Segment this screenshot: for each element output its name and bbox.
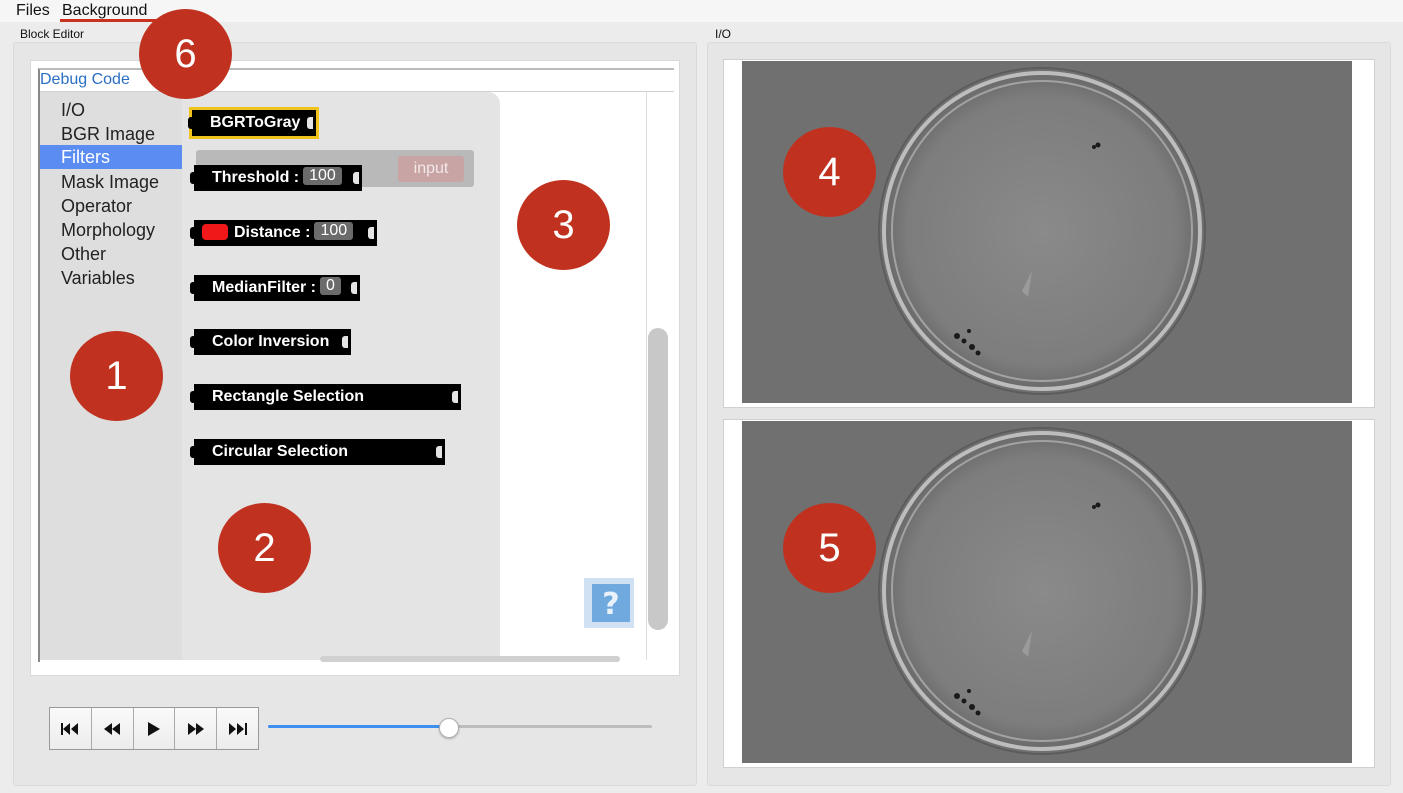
skip-to-start-button[interactable] — [50, 708, 92, 749]
block-threshold[interactable]: Threshold :100 — [190, 165, 362, 191]
block-editor-title: Block Editor — [20, 27, 85, 41]
menu-files[interactable]: Files — [16, 1, 50, 21]
workspace-hscroll-thumb[interactable] — [320, 656, 620, 662]
play-icon — [147, 721, 160, 736]
block-color-inversion[interactable]: Color Inversion — [190, 329, 351, 355]
threshold-value-field[interactable]: 100 — [303, 167, 342, 185]
category-morphology[interactable]: Morphology — [61, 220, 155, 241]
menu-background[interactable]: Background — [62, 1, 147, 21]
annotation-badge-2: 2 — [218, 503, 311, 593]
block-distance[interactable]: Distance :100 — [190, 220, 377, 246]
block-circular-selection[interactable]: Circular Selection — [190, 439, 445, 465]
annotation-badge-4: 4 — [783, 127, 876, 217]
ghost-input-field: input — [398, 156, 464, 182]
svg-text:?: ? — [602, 587, 619, 622]
category-other[interactable]: Other — [61, 244, 106, 265]
block-label: BGRToGray — [210, 114, 301, 131]
input-image-view[interactable] — [742, 61, 1352, 403]
debug-code-label[interactable]: Debug Code — [40, 71, 130, 89]
distance-value-field[interactable]: 100 — [314, 222, 354, 240]
workspace-vscroll-thumb[interactable] — [648, 328, 668, 630]
timeline-slider-fill — [268, 725, 449, 728]
category-filters[interactable]: Filters — [40, 145, 182, 169]
step-forward-button[interactable] — [175, 708, 218, 749]
block-label: Circular Selection — [212, 443, 349, 460]
fast-forward-icon — [187, 722, 204, 735]
step-back-button[interactable] — [91, 708, 134, 749]
distance-color-swatch[interactable] — [202, 224, 228, 240]
block-label: Color Inversion — [212, 333, 330, 350]
block-label: Distance : — [234, 224, 311, 241]
median-value-field[interactable]: 0 — [320, 277, 341, 295]
skip-to-end-button[interactable] — [217, 708, 258, 749]
block-label: Threshold : — [212, 169, 300, 186]
annotation-badge-3: 3 — [517, 180, 610, 270]
playback-controls — [49, 707, 259, 750]
menu-background-underline — [60, 19, 158, 22]
block-rectangle-selection[interactable]: Rectangle Selection — [190, 384, 461, 410]
skip-to-end-icon — [228, 722, 247, 735]
block-label: Rectangle Selection — [212, 388, 365, 405]
play-button[interactable] — [133, 708, 176, 749]
rewind-icon — [104, 722, 121, 735]
annotation-badge-1: 1 — [70, 331, 163, 421]
category-variables[interactable]: Variables — [61, 268, 135, 289]
io-title: I/O — [715, 27, 732, 41]
category-mask-image[interactable]: Mask Image — [61, 172, 159, 193]
skip-to-start-icon — [61, 722, 79, 735]
block-median-filter[interactable]: MedianFilter :0 — [190, 275, 360, 301]
block-label: MedianFilter : — [212, 279, 317, 296]
help-icon[interactable]: ? — [584, 578, 634, 628]
block-bgr-to-gray[interactable]: BGRToGray — [188, 107, 319, 139]
category-io[interactable]: I/O — [61, 100, 85, 121]
annotation-badge-5: 5 — [783, 503, 876, 593]
annotation-badge-6: 6 — [139, 9, 232, 99]
category-operator[interactable]: Operator — [61, 196, 132, 217]
category-bgr-image[interactable]: BGR Image — [61, 124, 155, 145]
